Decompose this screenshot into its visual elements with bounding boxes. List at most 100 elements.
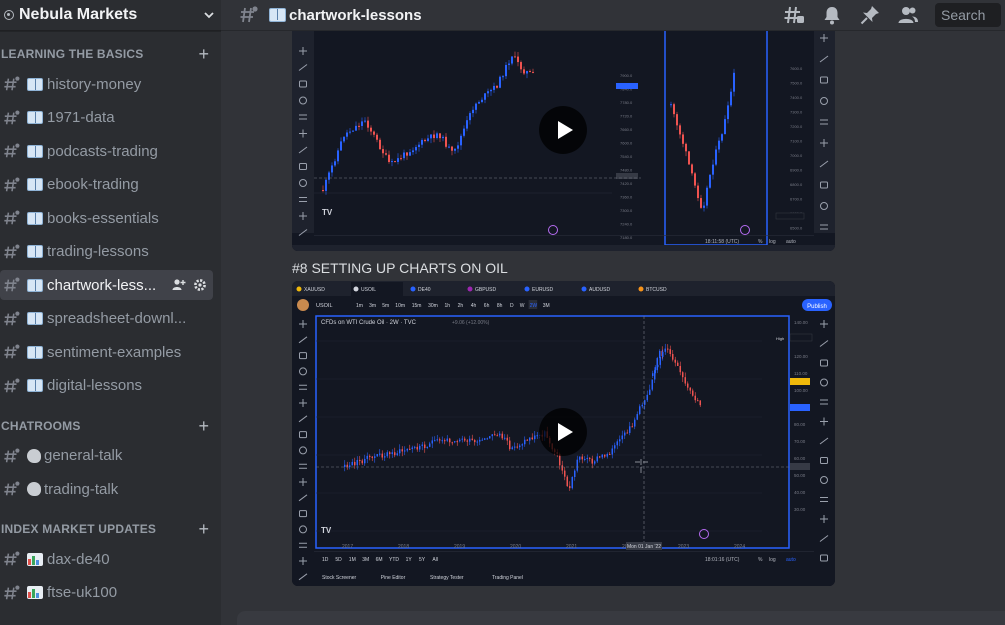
threads-icon[interactable]	[783, 4, 805, 26]
candle-body	[340, 141, 342, 151]
price-tick-label: 140.00	[794, 320, 808, 325]
tab-symbol-icon	[467, 286, 473, 292]
create-channel-plus-icon[interactable]: +	[198, 45, 209, 63]
interval-option: 4h	[471, 303, 477, 309]
channel-item[interactable]: dax-de40	[0, 544, 213, 574]
channel-name: spreadsheet-downl...	[47, 310, 187, 327]
search-input[interactable]: Search	[935, 3, 1001, 27]
timeframe-option: 3M	[362, 557, 369, 563]
candle-body	[406, 448, 408, 451]
price-tick-label: 7480.0	[620, 168, 633, 173]
text-channel-thread-icon	[4, 143, 20, 158]
price-tick-label: 7300.0	[790, 110, 803, 115]
book-emoji-icon	[27, 278, 43, 292]
price-tick-label: 7660.0	[620, 127, 633, 132]
book-emoji-icon	[27, 312, 43, 325]
candle-body	[646, 394, 648, 401]
text-channel-thread-icon	[4, 378, 20, 392]
candle-body	[652, 373, 654, 376]
channel-item[interactable]: books-essentials	[0, 203, 213, 233]
channel-item[interactable]: 1971-data	[0, 103, 213, 133]
candle-body	[664, 348, 666, 352]
category-index-market-updates[interactable]: INDEX MARKET UPDATES +	[0, 520, 221, 538]
scale-option: %	[758, 239, 763, 245]
candle-body	[474, 439, 476, 443]
candle-body	[349, 131, 351, 133]
candle-body	[730, 91, 732, 106]
create-channel-plus-icon[interactable]: +	[198, 417, 209, 435]
channel-item[interactable]: sentiment-examples	[0, 337, 213, 367]
channel-item[interactable]: trading-lessons	[0, 237, 213, 267]
video-embed-2[interactable]: XAUUSD USOIL DE40 GBPUSD EURUSD AUDUSD BTCUSD …	[292, 281, 835, 586]
category-learning-the-basics[interactable]: LEARNING THE BASICS +	[0, 45, 221, 63]
channel-item[interactable]: spreadsheet-downl...	[0, 304, 213, 334]
channel-item[interactable]: digital-lessons	[0, 371, 213, 401]
candle-body	[509, 440, 511, 450]
candle-body	[499, 76, 501, 88]
play-button[interactable]	[539, 106, 587, 154]
candle-body	[694, 173, 696, 186]
candle-body	[356, 459, 358, 466]
channel-item[interactable]: ftse-uk100	[0, 578, 213, 608]
channel-item[interactable]: chartwork-less...	[0, 270, 213, 300]
notification-bell-icon[interactable]	[821, 4, 843, 26]
gear-icon[interactable]	[193, 278, 207, 292]
candle-body	[484, 438, 486, 440]
channel-item[interactable]: ebook-trading	[0, 170, 213, 200]
candle-body	[439, 133, 441, 139]
channel-name: chartwork-less...	[47, 276, 157, 294]
channel-name: podcasts-trading	[47, 142, 158, 160]
channel-item[interactable]: history-money	[0, 69, 213, 99]
category-chatrooms[interactable]: CHATROOMS +	[0, 417, 221, 435]
price-tick-label: 7300.0	[620, 208, 633, 213]
candle-body	[651, 379, 653, 390]
candle-body	[463, 128, 465, 136]
candle-body	[529, 437, 531, 441]
candle-body	[466, 120, 468, 129]
candle-body	[508, 63, 510, 65]
speaking-head-emoji-icon	[27, 482, 41, 496]
scale-option: %	[758, 557, 763, 563]
invite-member-icon[interactable]	[172, 278, 186, 292]
create-channel-plus-icon[interactable]: +	[198, 520, 209, 538]
candle-body	[599, 456, 601, 458]
interval-option: D	[510, 303, 514, 309]
server-header[interactable]: Nebula Markets	[0, 0, 221, 31]
category-label: INDEX MARKET UPDATES	[1, 522, 157, 536]
pinned-messages-icon[interactable]	[859, 4, 881, 26]
candle-body	[431, 440, 433, 444]
channel-name: books-essentials	[47, 209, 159, 227]
svg-text:TV: TV	[321, 526, 332, 535]
candle-body	[685, 143, 687, 152]
candle-body	[523, 69, 525, 74]
channel-item[interactable]: trading-talk	[0, 474, 213, 504]
candle-body	[409, 448, 411, 450]
candle-body	[394, 161, 396, 163]
candle-body	[494, 434, 496, 436]
candle-body	[344, 464, 346, 467]
publish-button-label: Publish	[807, 304, 827, 310]
channel-item[interactable]: podcasts-trading	[0, 136, 213, 166]
candle-body	[490, 89, 492, 92]
candle-body	[566, 476, 568, 487]
candle-body	[691, 164, 693, 174]
play-button[interactable]	[539, 408, 587, 456]
candle-body	[403, 152, 405, 159]
candle-body	[694, 395, 696, 401]
candle-body	[505, 64, 507, 77]
chevron-down-icon[interactable]	[203, 9, 215, 21]
candle-body	[475, 103, 477, 110]
message-composer[interactable]	[237, 611, 1005, 625]
candle-body	[591, 458, 593, 464]
candle-body	[421, 444, 423, 446]
candle-body	[424, 444, 426, 449]
price-tick-label: 40.00	[794, 490, 806, 495]
candle-body	[689, 387, 691, 391]
video-embed-1[interactable]: 7900.07840.07780.07720.07660.07600.07540…	[292, 31, 835, 251]
channel-item[interactable]: general-talk	[0, 441, 213, 471]
price-tick-label: 7900.0	[620, 73, 633, 78]
member-list-icon[interactable]	[897, 4, 919, 26]
candle-body	[629, 426, 631, 433]
message-content: #8 SETTING UP CHARTS ON OIL	[292, 260, 508, 276]
candle-body	[687, 383, 689, 388]
